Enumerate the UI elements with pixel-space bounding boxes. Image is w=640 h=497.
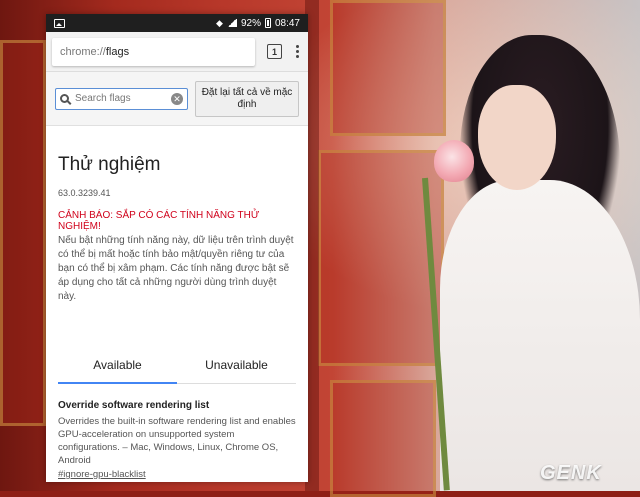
signal-icon <box>226 19 237 27</box>
clear-search-icon[interactable]: ✕ <box>171 92 183 105</box>
flag-item: Override software rendering list Overrid… <box>46 384 308 480</box>
warning-title: CẢNH BÁO: SẮP CÓ CÁC TÍNH NĂNG THỬ NGHIỆ… <box>58 210 260 232</box>
battery-icon <box>264 18 271 28</box>
lotus-flower <box>434 140 474 182</box>
woman-face <box>478 85 556 190</box>
phone-screen: ◆ 92% 08:47 chrome://flags 1 Search flag… <box>46 14 308 482</box>
tab-available[interactable]: Available <box>58 346 177 384</box>
flags-header: Search flags ✕ Đặt lại tất cả về mặc địn… <box>46 72 308 126</box>
flags-tabs: Available Unavailable <box>58 346 296 384</box>
reset-all-button[interactable]: Đặt lại tất cả về mặc định <box>195 80 299 117</box>
search-icon <box>60 94 69 103</box>
warning-text: Nếu bật những tính năng này, dữ liệu trê… <box>58 235 294 302</box>
status-bar: ◆ 92% 08:47 <box>46 14 308 32</box>
version-number: 63.0.3239.41 <box>58 188 111 198</box>
wifi-icon: ◆ <box>216 17 223 28</box>
battery-percent: 92% <box>240 17 261 29</box>
flags-intro: Thử nghiệm 63.0.3239.41 CẢNH BÁO: SẮP CÓ… <box>46 154 308 304</box>
tab-unavailable[interactable]: Unavailable <box>177 346 296 383</box>
genk-watermark-logo: GENK <box>540 462 602 484</box>
tab-switcher-button[interactable]: 1 <box>267 44 282 59</box>
address-bar[interactable]: chrome://flags <box>52 37 255 66</box>
flag-description: Overrides the built-in software renderin… <box>58 416 296 466</box>
overflow-menu-icon[interactable] <box>292 45 302 58</box>
url-host: flags <box>105 45 130 58</box>
woman-dress <box>440 180 640 491</box>
flag-name: Override software rendering list <box>58 400 210 411</box>
page-title: Thử nghiệm <box>58 154 161 175</box>
search-flags-input[interactable]: Search flags ✕ <box>55 87 188 110</box>
clock: 08:47 <box>274 17 300 29</box>
search-placeholder: Search flags <box>75 93 131 104</box>
flag-anchor-link[interactable]: #ignore-gpu-blacklist <box>58 469 296 480</box>
url-scheme: chrome:// <box>60 45 106 58</box>
browser-toolbar: chrome://flags 1 <box>46 32 308 72</box>
gallery-notification-icon <box>54 18 65 28</box>
